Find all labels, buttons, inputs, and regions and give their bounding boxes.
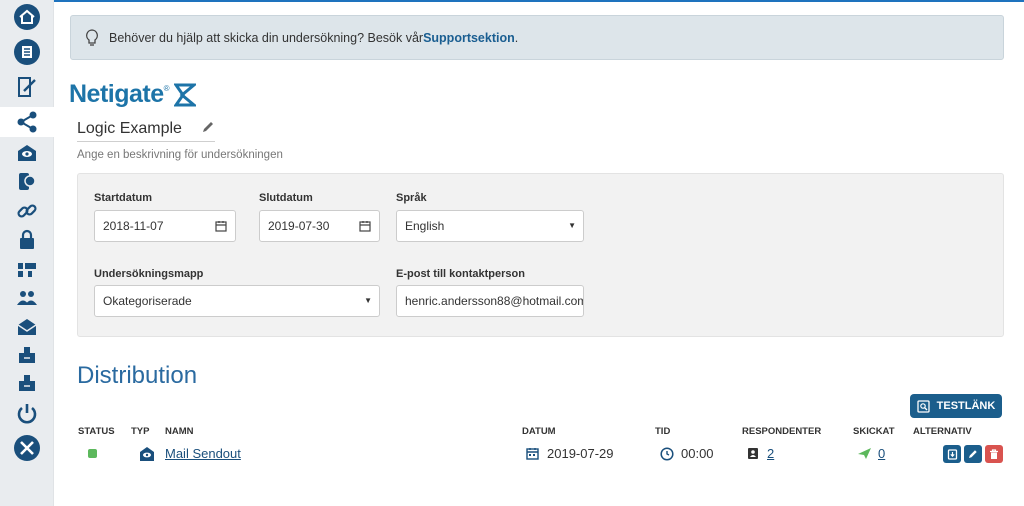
test-link-icon (917, 399, 930, 413)
time-cell: 00:00 (660, 446, 714, 461)
power-icon[interactable] (0, 399, 54, 429)
survey-settings-panel: Startdatum 2018-11-07 Slutdatum 2019-07-… (77, 173, 1004, 337)
col-name: NAMN (165, 426, 194, 437)
start-date-value: 2018-11-07 (103, 219, 164, 233)
caret-down-icon: ▼ (568, 221, 576, 230)
col-respondents: RESPONDENTER (742, 426, 822, 437)
test-link-button[interactable]: TESTLÄNK (910, 394, 1002, 418)
logo-mark-icon (173, 83, 196, 106)
export-icon (947, 448, 957, 460)
caret-down-icon: ▼ (364, 296, 372, 305)
calendar-icon (526, 448, 539, 460)
sent-link[interactable]: 0 (878, 446, 885, 461)
banner-text: Behöver du hjälp att skicka din undersök… (109, 30, 424, 45)
sidebar (0, 0, 54, 506)
edit-document-icon[interactable] (0, 72, 54, 102)
start-date-input[interactable]: 2018-11-07 (94, 210, 236, 242)
distribution-name-link[interactable]: Mail Sendout (165, 446, 241, 461)
folder-label: Undersökningsmapp (94, 268, 204, 280)
distribution-heading: Distribution (77, 362, 198, 389)
delete-button[interactable] (985, 445, 1003, 463)
top-accent-line (0, 0, 1024, 2)
language-value: English (405, 219, 445, 233)
survey-title: Logic Example (77, 119, 182, 137)
mail-eye-icon[interactable] (0, 138, 54, 168)
contact-email-input[interactable]: henric.andersson88@hotmail.com (396, 285, 584, 317)
end-date-value: 2019-07-30 (268, 219, 330, 233)
address-book-icon (748, 448, 758, 459)
lightbulb-icon (85, 28, 99, 47)
logo-registered-mark: ® (163, 84, 170, 93)
clock-icon (660, 446, 674, 461)
respondents-cell: 2 (746, 446, 774, 461)
support-link[interactable]: Supportsektion (423, 31, 515, 45)
language-select[interactable]: English ▼ (396, 210, 584, 242)
trash-icon (990, 448, 998, 459)
group-icon[interactable] (0, 283, 54, 313)
banner-suffix: . (514, 30, 519, 45)
edit-button[interactable] (964, 445, 982, 463)
share-icon[interactable] (0, 107, 54, 137)
folder-select[interactable]: Okategoriserade ▼ (94, 285, 380, 317)
respondents-link[interactable]: 2 (767, 446, 774, 461)
date-cell: 2019-07-29 (526, 446, 614, 461)
col-date: DATUM (522, 426, 556, 437)
calendar-icon[interactable] (359, 220, 371, 232)
tools-icon[interactable] (0, 433, 54, 463)
end-date-input[interactable]: 2019-07-30 (259, 210, 380, 242)
col-time: TID (655, 426, 671, 437)
link-icon[interactable] (0, 196, 54, 226)
distribution-name-cell: Mail Sendout (165, 446, 241, 461)
col-status: STATUS (78, 426, 115, 437)
export-button[interactable] (943, 445, 961, 463)
plugin-icon[interactable] (0, 368, 54, 398)
users-table-icon[interactable] (0, 254, 54, 284)
col-options: ALTERNATIV (913, 426, 972, 437)
language-label: Språk (396, 192, 427, 204)
lock-icon[interactable] (0, 225, 54, 255)
status-badge (88, 449, 97, 458)
date-value: 2019-07-29 (547, 446, 614, 461)
col-sent: SKICKAT (853, 426, 895, 437)
test-link-label: TESTLÄNK (936, 400, 996, 412)
paper-plane-icon (858, 448, 871, 459)
survey-title-field[interactable]: Logic Example (77, 116, 215, 142)
chat-icon[interactable] (0, 167, 54, 197)
netigate-logo: Netigate ® (69, 80, 196, 109)
pencil-icon[interactable] (201, 120, 215, 134)
sent-cell: 0 (857, 446, 885, 461)
envelope-icon[interactable] (0, 312, 54, 342)
home-icon[interactable] (0, 2, 54, 32)
time-value: 00:00 (681, 446, 714, 461)
mail-type-icon (139, 446, 155, 462)
logo-text: Netigate (69, 80, 164, 108)
folder-value: Okategoriserade (103, 294, 192, 308)
list-icon[interactable] (0, 37, 54, 67)
contact-email-value: henric.andersson88@hotmail.com (405, 294, 584, 308)
survey-description[interactable]: Ange en beskrivning för undersökningen (77, 149, 283, 161)
email-label: E-post till kontaktperson (396, 268, 525, 280)
plugin-icon[interactable] (0, 340, 54, 370)
end-date-label: Slutdatum (259, 192, 313, 204)
help-banner: Behöver du hjälp att skicka din undersök… (70, 15, 1004, 60)
start-date-label: Startdatum (94, 192, 153, 204)
col-type: TYP (131, 426, 150, 437)
pencil-icon (969, 450, 977, 458)
calendar-icon[interactable] (215, 220, 227, 232)
